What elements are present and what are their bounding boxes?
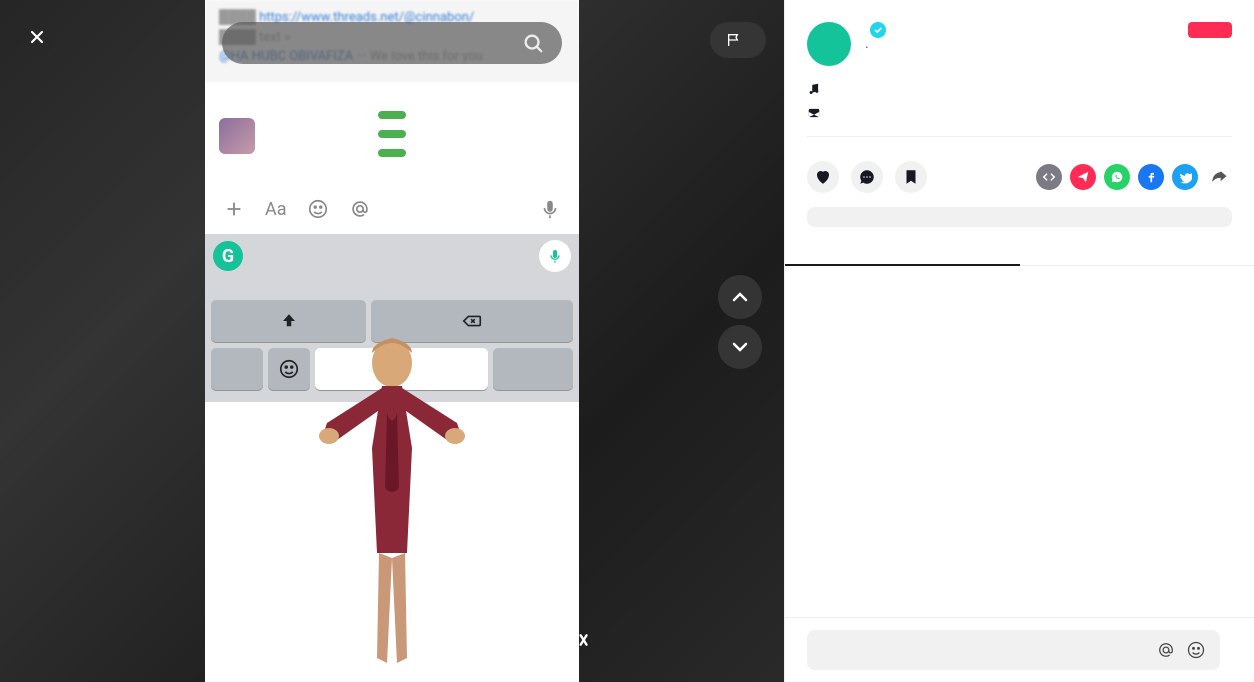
mute-button[interactable]: [556, 620, 596, 660]
facebook-icon: [1144, 170, 1158, 184]
add-comment-bar: [785, 617, 1254, 682]
caption-line-2: [378, 130, 406, 138]
number-key: [211, 348, 263, 390]
template-link[interactable]: [807, 106, 1232, 120]
comment-input[interactable]: [807, 630, 1220, 670]
facebook-button[interactable]: [1138, 164, 1164, 190]
emoji-icon[interactable]: [1186, 640, 1206, 660]
follow-button[interactable]: [1188, 22, 1232, 38]
post-header: ·: [785, 0, 1254, 161]
emoji-icon: [307, 198, 329, 220]
flag-icon: [726, 32, 742, 48]
tab-creator-videos[interactable]: [1020, 241, 1254, 265]
embed-icon: [1042, 170, 1056, 184]
send-icon: [1076, 170, 1090, 184]
video-content: ████ https://www.threads.net/@cinnabon/ …: [205, 0, 579, 682]
whatsapp-button[interactable]: [1104, 164, 1130, 190]
video-url: [807, 207, 1200, 227]
whatsapp-icon: [1110, 170, 1124, 184]
chevron-up-icon: [728, 285, 752, 309]
font-icon: Aa: [265, 199, 287, 220]
video-player-area: ████ https://www.threads.net/@cinnabon/ …: [0, 0, 784, 682]
music-icon: [807, 82, 821, 96]
nav-down-button[interactable]: [718, 325, 762, 369]
search-icon: [522, 32, 544, 54]
link-row: [807, 207, 1232, 227]
video-caption: [378, 105, 406, 162]
chevron-down-icon: [728, 335, 752, 359]
report-button[interactable]: [710, 22, 766, 58]
verified-icon: [870, 22, 886, 38]
mention-icon: [349, 198, 371, 220]
sound-link[interactable]: [807, 82, 1232, 96]
mic-icon: [539, 198, 561, 220]
return-key: [493, 348, 573, 390]
meme-person-overlay: [307, 328, 477, 668]
author-avatar[interactable]: [807, 22, 851, 66]
like-button[interactable]: [807, 161, 839, 193]
comment-icon: [858, 168, 876, 186]
capcut-icon: [807, 106, 821, 120]
plus-icon: [223, 198, 245, 220]
twitter-button[interactable]: [1172, 164, 1198, 190]
caption-line-1: [378, 111, 406, 119]
sidebar: ·: [784, 0, 1254, 682]
keyboard-mic-button: [539, 240, 571, 272]
mention-icon[interactable]: [1156, 640, 1176, 660]
action-bar: [785, 161, 1254, 193]
sender-avatar: [219, 118, 255, 154]
share-button[interactable]: [1206, 164, 1232, 190]
search-bar[interactable]: [222, 22, 562, 64]
share-icon: [1209, 167, 1229, 187]
send-button[interactable]: [1070, 164, 1096, 190]
mute-icon: [562, 626, 590, 654]
grammarly-keyboard-icon: G: [213, 241, 243, 271]
caption-line-3: [378, 149, 406, 157]
twitter-icon: [1178, 170, 1192, 184]
tabs: [785, 241, 1254, 266]
copy-link-button[interactable]: [1200, 207, 1232, 227]
emoji-key: [268, 348, 310, 390]
bookmark-icon: [902, 168, 920, 186]
compose-toolbar: Aa: [205, 188, 579, 234]
embed-button[interactable]: [1036, 164, 1062, 190]
heart-icon: [814, 168, 832, 186]
nav-up-button[interactable]: [718, 275, 762, 319]
tab-comments[interactable]: [785, 241, 1020, 265]
comment-button[interactable]: [851, 161, 883, 193]
prediction-bar: G: [205, 234, 579, 278]
comments-list: [785, 266, 1254, 617]
compose-placeholder: [205, 164, 579, 188]
save-button[interactable]: [895, 161, 927, 193]
close-button[interactable]: [18, 18, 56, 56]
